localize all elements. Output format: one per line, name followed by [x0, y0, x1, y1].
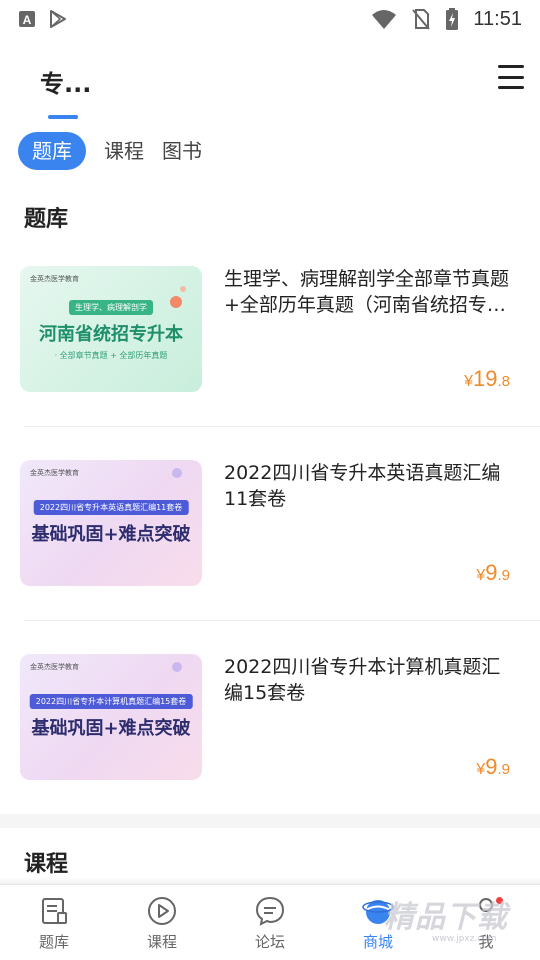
question-bank-icon [42, 898, 67, 924]
product-name: 生理学、病理解剖学全部章节真题+全部历年真题（河南省统招专升本） [224, 268, 510, 316]
price-integer: 9 [485, 754, 498, 779]
thumb-pill: 2022四川省专升本计算机真题汇编15套卷 [29, 694, 193, 709]
nav-item-luntan[interactable]: 论坛 [216, 885, 324, 960]
product-thumbnail: 金英杰医学教育 2022四川省专升本英语真题汇编11套卷 基础巩固+难点突破 [20, 460, 202, 586]
nav-label: 题库 [38, 933, 69, 951]
thumb-sub-text: · 全部章节真题 + 全部历年真题 [54, 351, 168, 360]
thumb-logo: 金英杰医学教育 [30, 663, 79, 671]
decor-dot [180, 286, 186, 292]
product-price: ¥9.9 [476, 560, 510, 586]
nav-item-wo[interactable]: 我 [432, 885, 540, 960]
price-decimal: .9 [497, 567, 510, 584]
price-currency: ¥ [476, 567, 486, 584]
play-store-icon [50, 10, 66, 28]
product-price: ¥19.8 [464, 366, 510, 392]
price-integer: 19 [473, 366, 498, 391]
svg-text:A: A [23, 13, 32, 27]
product-item[interactable]: 金英杰医学教育 生理学、病理解剖学 河南省统招专升本 · 全部章节真题 + 全部… [20, 266, 540, 460]
hamburger-line [498, 86, 524, 89]
nav-label: 论坛 [254, 933, 285, 951]
font-a-icon: A [19, 11, 35, 27]
hamburger-line [498, 75, 524, 79]
play-circle-icon [148, 897, 176, 925]
bottom-nav: 题库 课程 论坛 商城 我 [0, 884, 540, 960]
wifi-icon [372, 10, 397, 29]
thumb-logo: 金英杰医学教育 [30, 469, 79, 477]
nav-item-shangcheng[interactable]: 商城 [324, 885, 432, 960]
nav-item-tiku[interactable]: 题库 [0, 885, 108, 960]
section-title-kecheng: 课程 [24, 852, 69, 877]
tab-tushu[interactable]: 图书 [162, 132, 202, 170]
price-currency: ¥ [464, 373, 473, 390]
category-tabs: 题库 课程 图书 [18, 132, 202, 170]
page-title: 专... [40, 70, 92, 98]
notification-badge [496, 897, 503, 904]
product-thumbnail: 金英杰医学教育 生理学、病理解剖学 河南省统招专升本 · 全部章节真题 + 全部… [20, 266, 202, 392]
planet-icon [362, 900, 394, 924]
thumb-pill: 2022四川省专升本英语真题汇编11套卷 [33, 500, 189, 515]
product-name: 2022四川省专升本英语真题汇编11套卷 [224, 462, 501, 510]
section-title-tiku: 题库 [24, 207, 69, 232]
product-price: ¥9.9 [476, 754, 510, 780]
title-underline [48, 115, 78, 119]
status-time: 11:51 [473, 7, 522, 30]
chat-bubble-icon [255, 896, 285, 926]
menu-button[interactable] [498, 64, 524, 90]
product-name: 2022四川省专升本计算机真题汇编15套卷 [224, 656, 501, 704]
thumb-logo: 金英杰医学教育 [30, 275, 79, 283]
divider [24, 620, 540, 621]
no-sim-icon [412, 9, 431, 30]
price-decimal: .8 [497, 373, 510, 390]
nav-item-kecheng[interactable]: 课程 [108, 885, 216, 960]
price-currency: ¥ [476, 761, 486, 778]
thumb-main-text: 基础巩固+难点突破 [31, 524, 191, 545]
thumb-main-text: 基础巩固+难点突破 [31, 718, 191, 739]
divider [24, 426, 540, 427]
tab-kecheng[interactable]: 课程 [104, 132, 144, 170]
decor-dot [172, 468, 182, 478]
price-decimal: .9 [497, 761, 510, 778]
product-item[interactable]: 金英杰医学教育 2022四川省专升本英语真题汇编11套卷 基础巩固+难点突破 2… [20, 460, 540, 654]
nav-label: 商城 [362, 933, 393, 951]
section-separator [0, 814, 540, 828]
nav-label: 我 [478, 933, 494, 951]
thumb-main-text: 河南省统招专升本 [39, 324, 183, 345]
hamburger-icon [498, 65, 524, 68]
battery-charging-icon [446, 8, 459, 30]
price-integer: 9 [485, 560, 498, 585]
thumb-pill: 生理学、病理解剖学 [69, 300, 153, 315]
status-bar: A 11:51 [0, 0, 540, 38]
decor-dot [172, 662, 182, 672]
nav-label: 课程 [146, 933, 177, 951]
app-header: 专... [0, 48, 540, 120]
tab-tiku[interactable]: 题库 [18, 132, 86, 170]
decor-dot [170, 296, 182, 308]
product-thumbnail: 金英杰医学教育 2022四川省专升本计算机真题汇编15套卷 基础巩固+难点突破 [20, 654, 202, 780]
